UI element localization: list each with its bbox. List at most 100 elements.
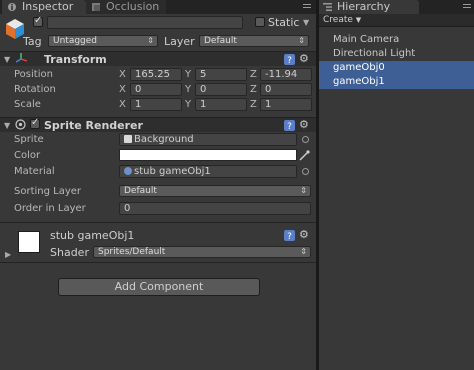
sprite-value: Background	[134, 134, 194, 145]
scale-x-field[interactable]: 1	[130, 98, 182, 111]
tab-hierarchy-label: Hierarchy	[337, 0, 391, 13]
transform-title: Transform	[44, 53, 107, 66]
inspector-icon	[8, 3, 16, 11]
rotation-z-field[interactable]: 0	[260, 83, 312, 96]
shader-dropdown[interactable]: Sprites/Default ⇕	[93, 246, 311, 258]
scale-z-axis-label: Z	[250, 99, 257, 110]
create-label: Create	[323, 15, 353, 25]
hierarchy-item-main-camera[interactable]: Main Camera	[319, 33, 474, 47]
shader-label: Shader	[50, 246, 89, 259]
static-label: Static	[268, 16, 300, 29]
material-foldout-icon[interactable]: ▶	[5, 250, 11, 259]
tag-value: Untagged	[53, 36, 98, 46]
occlusion-icon	[92, 3, 100, 11]
position-z-field[interactable]: -11.94	[260, 68, 312, 81]
sprite-renderer-enabled-checkbox[interactable]	[30, 117, 40, 129]
hierarchy-item-gameobj1[interactable]: gameObj1	[319, 75, 474, 89]
material-asset-icon	[124, 167, 132, 175]
inspector-panel: Static ▼ Tag Untagged ⇕ Layer Default ⇕ ▼ …	[0, 14, 316, 370]
position-z-axis-label: Z	[250, 69, 257, 80]
position-x-field[interactable]: 165.25	[130, 68, 182, 81]
hierarchy-toolbar: Create ▼	[319, 14, 474, 27]
active-checkbox[interactable]	[33, 15, 43, 27]
sorting-layer-label: Sorting Layer	[14, 186, 82, 197]
sprite-picker-icon[interactable]	[302, 136, 309, 143]
hierarchy-item-gameobj0[interactable]: gameObj0	[319, 61, 474, 75]
settings-gear-icon[interactable]: ⚙	[299, 228, 309, 241]
layer-label: Layer	[164, 35, 195, 48]
settings-gear-icon[interactable]: ⚙	[299, 118, 309, 131]
sprite-renderer-icon	[15, 119, 26, 130]
rotation-y-axis-label: Y	[185, 84, 192, 95]
svg-text:?: ?	[287, 232, 292, 241]
create-dropdown[interactable]: Create ▼	[323, 14, 361, 26]
shader-value: Sprites/Default	[98, 247, 166, 257]
object-name-input[interactable]	[47, 16, 243, 29]
rotation-y-field[interactable]: 0	[195, 83, 247, 96]
material-name: stub gameObj1	[50, 229, 135, 242]
panel-menu-icon[interactable]	[303, 3, 311, 11]
rotation-x-axis-label: X	[119, 84, 126, 95]
separator	[0, 262, 316, 263]
sorting-layer-dropdown[interactable]: Default ⇕	[119, 185, 311, 197]
help-icon[interactable]: ?	[284, 54, 295, 65]
rotation-x-field[interactable]: 0	[130, 83, 182, 96]
sprite-renderer-foldout-icon[interactable]: ▼	[4, 121, 10, 130]
position-y-field[interactable]: 5	[195, 68, 247, 81]
order-in-layer-field[interactable]: 0	[119, 202, 311, 215]
material-label: Material	[14, 166, 55, 177]
scale-y-field[interactable]: 1	[195, 98, 247, 111]
sprite-renderer-title: Sprite Renderer	[44, 119, 143, 132]
position-y-axis-label: Y	[185, 69, 192, 80]
tab-hierarchy[interactable]: Hierarchy	[319, 0, 419, 14]
sorting-layer-dropdown-arrow-icon: ⇕	[300, 186, 307, 195]
inspector-tabbar: Inspector Occlusion	[0, 0, 316, 14]
sprite-label: Sprite	[14, 134, 44, 145]
hierarchy-tabbar: Hierarchy	[319, 0, 474, 14]
settings-gear-icon[interactable]: ⚙	[299, 52, 309, 65]
scale-z-field[interactable]: 1	[260, 98, 312, 111]
rotation-z-axis-label: Z	[250, 84, 257, 95]
material-picker-icon[interactable]	[302, 168, 309, 175]
separator	[0, 222, 316, 223]
tag-dropdown-arrow-icon: ⇕	[147, 36, 154, 45]
svg-text:?: ?	[287, 122, 292, 131]
hierarchy-panel: Hierarchy Create ▼ Main Camera Direction…	[319, 0, 474, 370]
add-component-button[interactable]: Add Component	[58, 278, 260, 296]
transform-icon	[16, 53, 27, 63]
hierarchy-item-directional-light[interactable]: Directional Light	[319, 47, 474, 61]
help-icon[interactable]: ?	[284, 120, 295, 131]
tag-dropdown[interactable]: Untagged ⇕	[48, 35, 158, 47]
svg-text:?: ?	[287, 56, 292, 65]
static-dropdown-arrow-icon[interactable]: ▼	[303, 18, 309, 27]
tab-inspector[interactable]: Inspector	[2, 0, 86, 14]
tab-inspector-label: Inspector	[22, 0, 74, 13]
order-in-layer-label: Order in Layer	[14, 203, 86, 214]
material-preview-swatch	[18, 231, 40, 253]
layer-value: Default	[204, 36, 237, 46]
scale-x-axis-label: X	[119, 99, 126, 110]
position-label: Position	[14, 69, 53, 80]
shader-dropdown-arrow-icon: ⇕	[300, 247, 307, 256]
tag-label: Tag	[23, 35, 42, 48]
hierarchy-menu-icon[interactable]	[463, 3, 471, 11]
color-swatch[interactable]	[119, 149, 297, 161]
tab-occlusion-label: Occlusion	[106, 0, 160, 13]
scale-y-axis-label: Y	[185, 99, 192, 110]
transform-foldout-icon[interactable]: ▼	[4, 55, 10, 64]
sorting-layer-value: Default	[124, 186, 157, 196]
rotation-label: Rotation	[14, 84, 56, 95]
transform-header[interactable]: ▼ Transform ? ⚙	[0, 51, 316, 66]
sprite-renderer-header[interactable]: ▼ Sprite Renderer ? ⚙	[0, 117, 316, 132]
sprite-object-field[interactable]: Background	[119, 133, 297, 146]
layer-dropdown[interactable]: Default ⇕	[199, 35, 309, 47]
static-checkbox[interactable]	[255, 17, 265, 27]
sprite-asset-icon	[124, 135, 132, 143]
help-icon[interactable]: ?	[284, 230, 295, 241]
tab-occlusion[interactable]: Occlusion	[86, 0, 166, 14]
material-object-field[interactable]: stub gameObj1	[119, 165, 297, 178]
material-value: stub gameObj1	[134, 166, 211, 177]
eyedropper-icon[interactable]	[299, 150, 310, 161]
color-label: Color	[14, 150, 41, 161]
create-dropdown-arrow-icon: ▼	[355, 16, 362, 24]
